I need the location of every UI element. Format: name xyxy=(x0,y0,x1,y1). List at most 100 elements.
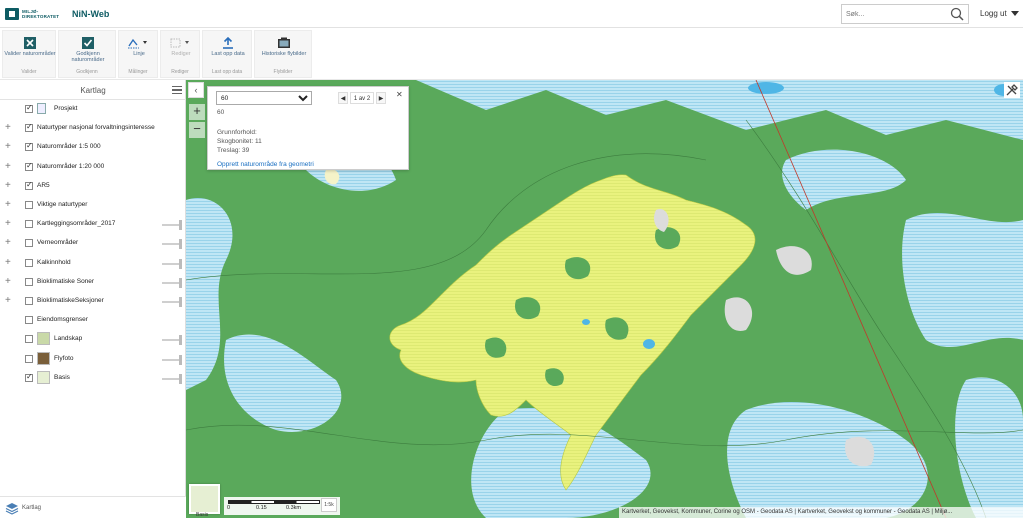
zoom-out-button[interactable]: − xyxy=(189,122,205,138)
map-view[interactable]: ‹ + − 60 ◀ 1 av 2 ▶ ✕ 60 Grunnforhold: S… xyxy=(186,80,1023,518)
search-icon[interactable] xyxy=(950,7,964,21)
layer-checkbox[interactable] xyxy=(25,239,33,248)
logo-mark-icon xyxy=(5,8,19,20)
search-box xyxy=(841,4,969,24)
layer-row[interactable]: + Naturområder 1:20 000 xyxy=(0,158,186,177)
close-icon[interactable]: ✕ xyxy=(396,90,403,99)
opacity-slider[interactable] xyxy=(162,335,182,346)
basemap-switcher[interactable] xyxy=(189,484,220,514)
expand-icon[interactable]: + xyxy=(5,276,11,287)
opacity-slider[interactable] xyxy=(162,258,182,269)
expand-icon[interactable]: + xyxy=(5,257,11,268)
app-title[interactable]: NiN-Web xyxy=(72,9,109,19)
upload-label: Last opp data xyxy=(211,51,245,57)
layer-checkbox[interactable] xyxy=(25,180,33,190)
layer-row[interactable]: + Kartleggingsområder_2017 xyxy=(0,215,186,234)
validate-icon xyxy=(24,37,36,49)
rediger-group: Rediger Rediger xyxy=(160,30,200,78)
layers-icon xyxy=(5,503,19,515)
godkjenn-label: Godkjenn naturområder xyxy=(71,51,105,63)
layer-row[interactable]: Basis xyxy=(0,369,186,388)
layer-row[interactable]: Landskap xyxy=(0,330,186,349)
layer-checkbox[interactable] xyxy=(25,316,33,325)
layer-checkbox[interactable] xyxy=(25,335,33,344)
layer-row[interactable]: + Naturområder 1:5 000 xyxy=(0,138,186,157)
expand-icon[interactable]: + xyxy=(5,141,11,152)
tools-icon[interactable] xyxy=(1004,82,1020,98)
layer-checkbox[interactable] xyxy=(25,141,33,152)
expand-icon[interactable]: + xyxy=(5,122,11,133)
layer-checkbox[interactable] xyxy=(25,161,33,171)
expand-icon[interactable]: + xyxy=(5,237,11,248)
pager-next-button[interactable]: ▶ xyxy=(376,92,386,104)
feature-select[interactable]: 60 xyxy=(216,91,312,105)
create-area-link[interactable]: Opprett naturområde fra geometri xyxy=(217,161,314,168)
layer-label: Kartleggingsområder_2017 xyxy=(37,220,116,228)
linje-label: Linje xyxy=(133,51,145,57)
expand-icon[interactable]: + xyxy=(5,199,11,210)
scale-ratio-button[interactable]: 1:5k xyxy=(321,498,337,512)
layer-label: Naturområder 1:5 000 xyxy=(37,143,101,151)
opacity-slider[interactable] xyxy=(162,354,182,365)
expand-icon[interactable]: + xyxy=(5,180,11,191)
opacity-slider[interactable] xyxy=(162,239,182,250)
layer-row[interactable]: + Viktige naturtyper xyxy=(0,196,186,215)
hamburger-menu-icon[interactable] xyxy=(172,86,182,94)
layer-row[interactable]: + Verneområder xyxy=(0,234,186,253)
layer-row[interactable]: + AR5 xyxy=(0,177,186,196)
logo-text-line2: DIREKTORATET xyxy=(22,14,60,19)
pager-prev-button[interactable]: ◀ xyxy=(338,92,348,104)
layer-checkbox[interactable] xyxy=(25,372,33,382)
scale-label-1: 0.15 xyxy=(256,505,267,511)
expand-icon[interactable]: + xyxy=(5,161,11,172)
historiske-flybilder-button[interactable]: Historiske flybilder xyxy=(255,31,313,67)
expand-icon[interactable]: + xyxy=(5,295,11,306)
miljodirektoratet-logo[interactable]: MILJØ- DIREKTORATET xyxy=(5,7,61,21)
pager-text: 1 av 2 xyxy=(350,92,374,104)
layer-checkbox[interactable] xyxy=(25,277,33,286)
godkjenn-button[interactable]: Godkjenn naturområder xyxy=(59,31,117,67)
scale-label-0: 0 xyxy=(227,505,231,511)
layer-checkbox[interactable] xyxy=(25,122,33,133)
search-input[interactable] xyxy=(842,5,942,23)
collapse-panel-button[interactable]: ‹ xyxy=(188,82,204,98)
scale-bar-graphic xyxy=(228,500,320,504)
layer-row[interactable]: + Bioklimatiske Soner xyxy=(0,273,186,292)
layer-panel: Kartlag Prosjekt + Naturtyper nasjonal for… xyxy=(0,80,186,518)
opacity-slider[interactable] xyxy=(162,277,182,288)
layer-checkbox[interactable] xyxy=(25,220,33,229)
layer-checkbox[interactable] xyxy=(25,103,33,113)
layer-thumbnail xyxy=(37,351,50,365)
layer-panel-footer[interactable]: Kartlag xyxy=(0,496,186,518)
valider-button[interactable]: Valider naturområder xyxy=(3,31,57,67)
opacity-slider[interactable] xyxy=(162,297,182,307)
layer-row[interactable]: Flyfoto xyxy=(0,350,186,369)
layer-checkbox[interactable] xyxy=(25,297,33,305)
upload-button[interactable]: Last opp data xyxy=(203,31,253,67)
layer-row[interactable]: + BioklimatiskeSeksjoner xyxy=(0,292,186,311)
layer-checkbox[interactable] xyxy=(25,354,33,363)
linje-button[interactable]: Linje xyxy=(119,31,159,67)
measure-line-icon xyxy=(128,38,147,49)
layer-row[interactable]: + Kalkinnhold xyxy=(0,254,186,273)
layer-panel-title: Kartlag xyxy=(80,86,106,95)
layer-checkbox[interactable] xyxy=(25,258,33,267)
flybilder-caption: Flybilder xyxy=(273,69,293,75)
layer-row[interactable]: Prosjekt xyxy=(0,100,186,119)
rediger-button[interactable]: Rediger xyxy=(161,31,201,67)
opacity-slider[interactable] xyxy=(162,220,182,231)
layer-row[interactable]: Eiendomsgrenser xyxy=(0,311,186,330)
app-header: MILJØ- DIREKTORATET NiN-Web Logg ut xyxy=(0,0,1023,28)
layer-thumbnail xyxy=(37,332,50,346)
flybilder-group: Historiske flybilder Flybilder xyxy=(254,30,312,78)
layer-label: Bioklimatiske Soner xyxy=(37,277,95,285)
lake xyxy=(748,82,784,94)
layer-checkbox[interactable] xyxy=(25,201,33,209)
expand-icon[interactable]: + xyxy=(5,218,11,229)
logout-button[interactable]: Logg ut xyxy=(980,9,1007,18)
zoom-in-button[interactable]: + xyxy=(189,104,205,120)
chevron-down-icon[interactable] xyxy=(1011,11,1019,16)
rediger-label: Rediger xyxy=(171,51,191,57)
layer-row[interactable]: + Naturtyper nasjonal forvaltningsinteres… xyxy=(0,119,186,138)
opacity-slider[interactable] xyxy=(162,373,182,384)
